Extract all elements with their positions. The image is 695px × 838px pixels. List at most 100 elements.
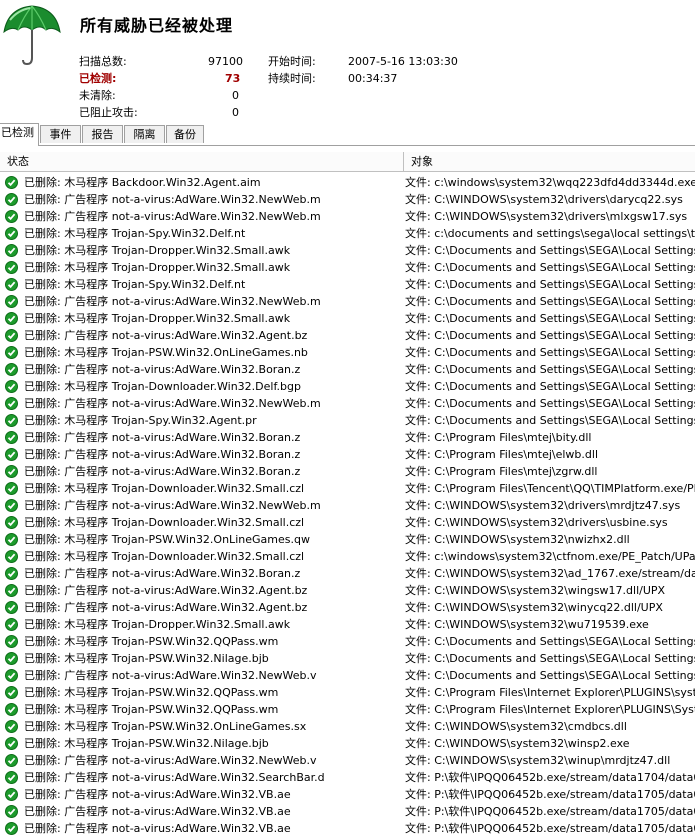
object-path: 文件: C:\Documents and Settings\SEGA\Local… <box>405 635 695 648</box>
check-icon <box>5 227 18 240</box>
start-time-label: 开始时间: <box>268 55 316 68</box>
object-path: 文件: C:\Documents and Settings\SEGA\Local… <box>405 397 695 410</box>
object-path: 文件: C:\WINDOWS\system32\wingsw17.dll/UPX <box>405 584 666 597</box>
check-icon <box>5 720 18 733</box>
check-icon <box>5 414 18 427</box>
list-item[interactable]: 已删除: 木马程序 Trojan-PSW.Win32.Nilage.bjb 文件:… <box>0 735 695 752</box>
list-item[interactable]: 已删除: 广告程序 not-a-virus:AdWare.Win32.Boran… <box>0 565 695 582</box>
status-text: 已删除: 广告程序 not-a-virus:AdWare.Win32.NewWe… <box>24 210 321 223</box>
status-text: 已删除: 广告程序 not-a-virus:AdWare.Win32.Boran… <box>24 363 301 376</box>
tab-bar: 已检测 事件 报告 隔离 备份 <box>0 123 695 146</box>
column-header-object[interactable]: 对象 <box>404 152 695 172</box>
check-icon <box>5 533 18 546</box>
check-icon <box>5 244 18 257</box>
status-text: 已删除: 木马程序 Trojan-Downloader.Win32.Small.… <box>24 482 305 495</box>
list-item[interactable]: 已删除: 广告程序 not-a-virus:AdWare.Win32.VB.ae… <box>0 803 695 820</box>
list-item[interactable]: 已删除: 广告程序 not-a-virus:AdWare.Win32.Agent… <box>0 582 695 599</box>
list-item[interactable]: 已删除: 木马程序 Trojan-PSW.Win32.OnLineGames.n… <box>0 344 695 361</box>
status-text: 已删除: 木马程序 Trojan-Downloader.Win32.Small.… <box>24 516 305 529</box>
status-text: 已删除: 广告程序 not-a-virus:AdWare.Win32.Searc… <box>24 771 325 784</box>
list-item[interactable]: 已删除: 木马程序 Trojan-Dropper.Win32.Small.awk… <box>0 310 695 327</box>
blocked-label: 已阻止攻击: <box>79 106 138 119</box>
object-path: 文件: C:\Documents and Settings\SEGA\Local… <box>405 261 695 274</box>
list-item[interactable]: 已删除: 木马程序 Trojan-Spy.Win32.Agent.pr 文件: C… <box>0 412 695 429</box>
blocked-value: 0 <box>232 106 239 119</box>
object-path: 文件: C:\Program Files\Internet Explorer\P… <box>405 703 695 716</box>
tab-events[interactable]: 事件 <box>40 125 81 143</box>
list-item[interactable]: 已删除: 广告程序 not-a-virus:AdWare.Win32.Boran… <box>0 463 695 480</box>
check-icon <box>5 278 18 291</box>
status-text: 已删除: 广告程序 not-a-virus:AdWare.Win32.VB.ae <box>24 805 291 818</box>
check-icon <box>5 482 18 495</box>
list-item[interactable]: 已删除: 木马程序 Trojan-PSW.Win32.QQPass.wm 文件: … <box>0 633 695 650</box>
column-header-status[interactable]: 状态 <box>0 152 404 172</box>
object-path: 文件: C:\Program Files\Internet Explorer\P… <box>405 686 695 699</box>
list-item[interactable]: 已删除: 广告程序 not-a-virus:AdWare.Win32.NewWe… <box>0 667 695 684</box>
list-item[interactable]: 已删除: 广告程序 not-a-virus:AdWare.Win32.NewWe… <box>0 191 695 208</box>
list-item[interactable]: 已删除: 木马程序 Trojan-Downloader.Win32.Delf.b… <box>0 378 695 395</box>
tab-quarantine[interactable]: 隔离 <box>124 125 165 143</box>
list-item[interactable]: 已删除: 广告程序 not-a-virus:AdWare.Win32.NewWe… <box>0 497 695 514</box>
list-item[interactable]: 已删除: 广告程序 not-a-virus:AdWare.Win32.NewWe… <box>0 395 695 412</box>
list-item[interactable]: 已删除: 广告程序 not-a-virus:AdWare.Win32.NewWe… <box>0 208 695 225</box>
list-item[interactable]: 已删除: 广告程序 not-a-virus:AdWare.Win32.Boran… <box>0 361 695 378</box>
list-item[interactable]: 已删除: 木马程序 Trojan-PSW.Win32.QQPass.wm 文件: … <box>0 701 695 718</box>
status-text: 已删除: 广告程序 not-a-virus:AdWare.Win32.NewWe… <box>24 295 321 308</box>
object-path: 文件: C:\Documents and Settings\SEGA\Local… <box>405 380 695 393</box>
scanned-value: 97100 <box>208 55 243 68</box>
list-item[interactable]: 已删除: 木马程序 Trojan-Downloader.Win32.Small.… <box>0 548 695 565</box>
object-path: 文件: C:\Documents and Settings\SEGA\Local… <box>405 312 695 325</box>
scanned-label: 扫描总数: <box>79 55 127 68</box>
status-text: 已删除: 木马程序 Trojan-PSW.Win32.Nilage.bjb <box>24 737 269 750</box>
list-item[interactable]: 已删除: 木马程序 Trojan-Dropper.Win32.Small.awk… <box>0 259 695 276</box>
check-icon <box>5 686 18 699</box>
list-item[interactable]: 已删除: 广告程序 not-a-virus:AdWare.Win32.Searc… <box>0 769 695 786</box>
object-path: 文件: P:\软件\IPQQ06452b.exe/stream/data1705… <box>405 822 695 835</box>
status-text: 已删除: 广告程序 not-a-virus:AdWare.Win32.VB.ae <box>24 788 291 801</box>
list-item[interactable]: 已删除: 广告程序 not-a-virus:AdWare.Win32.VB.ae… <box>0 820 695 837</box>
check-icon <box>5 567 18 580</box>
check-icon <box>5 312 18 325</box>
list-item[interactable]: 已删除: 广告程序 not-a-virus:AdWare.Win32.Agent… <box>0 599 695 616</box>
list-item[interactable]: 已删除: 广告程序 not-a-virus:AdWare.Win32.Boran… <box>0 429 695 446</box>
status-text: 已删除: 广告程序 not-a-virus:AdWare.Win32.NewWe… <box>24 193 321 206</box>
list-item[interactable]: 已删除: 木马程序 Backdoor.Win32.Agent.aim 文件: c:… <box>0 174 695 191</box>
uncleaned-value: 0 <box>232 89 239 102</box>
status-text: 已删除: 木马程序 Trojan-Dropper.Win32.Small.awk <box>24 312 291 325</box>
list-item[interactable]: 已删除: 广告程序 not-a-virus:AdWare.Win32.VB.ae… <box>0 786 695 803</box>
status-text: 已删除: 木马程序 Trojan-Downloader.Win32.Delf.b… <box>24 380 301 393</box>
list-item[interactable]: 已删除: 木马程序 Trojan-PSW.Win32.OnLineGames.s… <box>0 718 695 735</box>
list-item[interactable]: 已删除: 木马程序 Trojan-Dropper.Win32.Small.awk… <box>0 616 695 633</box>
tab-report[interactable]: 报告 <box>82 125 123 143</box>
status-text: 已删除: 广告程序 not-a-virus:AdWare.Win32.Agent… <box>24 601 308 614</box>
status-text: 已删除: 木马程序 Trojan-PSW.Win32.OnLineGames.s… <box>24 720 307 733</box>
status-text: 已删除: 广告程序 not-a-virus:AdWare.Win32.Boran… <box>24 448 301 461</box>
status-text: 已删除: 广告程序 not-a-virus:AdWare.Win32.Agent… <box>24 329 308 342</box>
object-path: 文件: c:\windows\system32\wqq223dfd4dd3344… <box>405 176 695 189</box>
object-path: 文件: C:\WINDOWS\system32\drivers\usbine.s… <box>405 516 668 529</box>
list-item[interactable]: 已删除: 木马程序 Trojan-Spy.Win32.Delf.nt 文件: C:… <box>0 276 695 293</box>
list-item[interactable]: 已删除: 广告程序 not-a-virus:AdWare.Win32.Boran… <box>0 446 695 463</box>
list-item[interactable]: 已删除: 广告程序 not-a-virus:AdWare.Win32.NewWe… <box>0 752 695 769</box>
list-item[interactable]: 已删除: 木马程序 Trojan-Downloader.Win32.Small.… <box>0 514 695 531</box>
list-item[interactable]: 已删除: 广告程序 not-a-virus:AdWare.Win32.Agent… <box>0 327 695 344</box>
status-text: 已删除: 木马程序 Trojan-Dropper.Win32.Small.awk <box>24 261 291 274</box>
object-path: 文件: C:\Documents and Settings\SEGA\Local… <box>405 346 695 359</box>
check-icon <box>5 618 18 631</box>
list-item[interactable]: 已删除: 木马程序 Trojan-Dropper.Win32.Small.awk… <box>0 242 695 259</box>
check-icon <box>5 261 18 274</box>
tab-backup[interactable]: 备份 <box>166 125 204 143</box>
object-path: 文件: C:\WINDOWS\system32\cmdbcs.dll <box>405 720 627 733</box>
check-icon <box>5 703 18 716</box>
object-path: 文件: C:\Documents and Settings\SEGA\Local… <box>405 652 695 665</box>
list-item[interactable]: 已删除: 木马程序 Trojan-PSW.Win32.OnLineGames.q… <box>0 531 695 548</box>
status-text: 已删除: 木马程序 Trojan-PSW.Win32.QQPass.wm <box>24 686 279 699</box>
list-item[interactable]: 已删除: 木马程序 Trojan-Spy.Win32.Delf.nt 文件: c:… <box>0 225 695 242</box>
object-path: 文件: C:\WINDOWS\system32\winup\mrdjtz47.d… <box>405 754 671 767</box>
list-item[interactable]: 已删除: 木马程序 Trojan-Downloader.Win32.Small.… <box>0 480 695 497</box>
list-item[interactable]: 已删除: 广告程序 not-a-virus:AdWare.Win32.NewWe… <box>0 293 695 310</box>
tab-detected[interactable]: 已检测 <box>0 123 39 146</box>
list-item[interactable]: 已删除: 木马程序 Trojan-PSW.Win32.QQPass.wm 文件: … <box>0 684 695 701</box>
detected-label: 已检测: <box>79 72 117 85</box>
list-item[interactable]: 已删除: 木马程序 Trojan-PSW.Win32.Nilage.bjb 文件:… <box>0 650 695 667</box>
